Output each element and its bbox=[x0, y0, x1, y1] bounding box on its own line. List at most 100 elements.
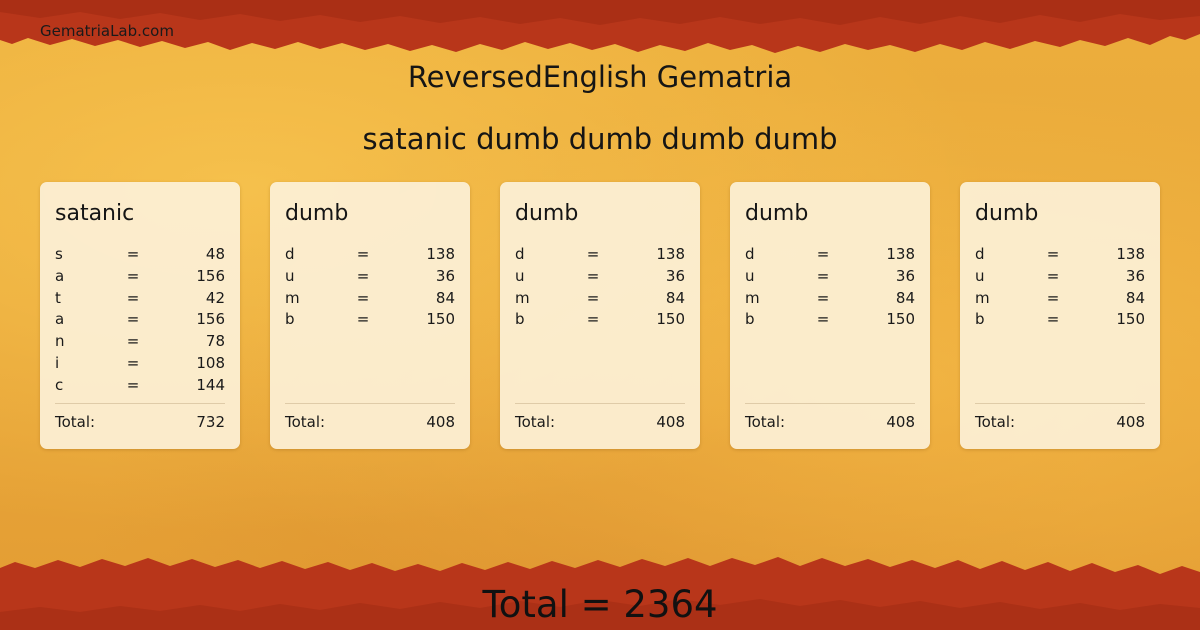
letter-value: 150 bbox=[656, 310, 685, 329]
letter-value: 150 bbox=[886, 310, 915, 329]
letter: i bbox=[55, 353, 60, 372]
letter-value: 78 bbox=[205, 332, 225, 351]
letter-row: a = 156 bbox=[55, 266, 225, 288]
letter-row: m = 84 bbox=[515, 288, 685, 310]
card-total-label: Total: bbox=[515, 413, 556, 431]
letter-value: 36 bbox=[665, 266, 685, 285]
phrase-text: satanic dumb dumb dumb dumb bbox=[362, 122, 838, 156]
letter-row: d = 138 bbox=[745, 244, 915, 266]
letter-value: 42 bbox=[205, 288, 225, 307]
card-total-label: Total: bbox=[285, 413, 326, 431]
letter-value: 144 bbox=[196, 375, 225, 394]
equals-sign: = bbox=[586, 245, 600, 263]
letter-row: b = 150 bbox=[285, 309, 455, 331]
letter-value: 48 bbox=[205, 245, 225, 263]
letter: d bbox=[515, 245, 525, 263]
letter-rows: s = 48 a = 156 t = 42 a = 156 n = 78 i = 108 c = 144 bbox=[55, 244, 225, 397]
letter-value: 84 bbox=[665, 288, 685, 307]
letter-row: u = 36 bbox=[285, 266, 455, 288]
letter-row: d = 138 bbox=[285, 244, 455, 266]
letter-value: 150 bbox=[1116, 310, 1145, 329]
word-card: satanic s = 48 a = 156 t = 42 a = 156 n = 78 i = 108 c = 144 T… bbox=[40, 182, 240, 449]
word-card: dumb d = 138 u = 36 m = 84 b = 150 Total: 408 bbox=[730, 182, 930, 449]
letter-value: 36 bbox=[435, 266, 455, 285]
word-card: dumb d = 138 u = 36 m = 84 b = 150 Total: 408 bbox=[960, 182, 1160, 449]
letter-value: 138 bbox=[1116, 245, 1145, 263]
card-word: dumb bbox=[975, 201, 1039, 226]
equals-sign: = bbox=[356, 245, 370, 263]
card-total-value: 408 bbox=[1116, 413, 1145, 431]
card-divider bbox=[975, 403, 1145, 404]
equals-sign: = bbox=[356, 310, 370, 329]
letter-value: 36 bbox=[895, 266, 915, 285]
equals-sign: = bbox=[816, 310, 830, 329]
letter-value: 36 bbox=[1125, 266, 1145, 285]
equals-sign: = bbox=[126, 288, 140, 307]
letter-row: u = 36 bbox=[515, 266, 685, 288]
letter-row: m = 84 bbox=[285, 288, 455, 310]
equals-sign: = bbox=[126, 332, 140, 351]
equals-sign: = bbox=[1046, 245, 1060, 263]
letter: b bbox=[515, 310, 525, 329]
card-word: dumb bbox=[285, 201, 349, 226]
letter-row: d = 138 bbox=[975, 244, 1145, 266]
card-word: dumb bbox=[515, 201, 579, 226]
letter-row: u = 36 bbox=[975, 266, 1145, 288]
letter-row: b = 150 bbox=[975, 309, 1145, 331]
equals-sign: = bbox=[816, 288, 830, 307]
letter-row: u = 36 bbox=[745, 266, 915, 288]
letter-row: t = 42 bbox=[55, 288, 225, 310]
equals-sign: = bbox=[126, 375, 140, 394]
letter: s bbox=[55, 245, 63, 263]
letter: d bbox=[975, 245, 985, 263]
site-brand[interactable]: GematriaLab.com bbox=[40, 22, 174, 40]
letter-value: 108 bbox=[196, 353, 225, 372]
equals-sign: = bbox=[126, 266, 140, 285]
equals-sign: = bbox=[126, 353, 140, 372]
letter: m bbox=[285, 288, 300, 307]
letter-row: i = 108 bbox=[55, 353, 225, 375]
card-divider bbox=[285, 403, 455, 404]
letter-value: 156 bbox=[196, 266, 225, 285]
letter: a bbox=[55, 266, 65, 285]
letter-row: b = 150 bbox=[515, 309, 685, 331]
grand-total: Total = 2364 bbox=[482, 583, 718, 626]
letter-value: 138 bbox=[656, 245, 685, 263]
card-total-value: 408 bbox=[656, 413, 685, 431]
letter-row: m = 84 bbox=[745, 288, 915, 310]
equals-sign: = bbox=[356, 288, 370, 307]
letter-value: 84 bbox=[895, 288, 915, 307]
card-total-value: 732 bbox=[196, 413, 225, 431]
card-word: dumb bbox=[745, 201, 809, 226]
card-total-label: Total: bbox=[55, 413, 96, 431]
letter-row: a = 156 bbox=[55, 309, 225, 331]
letter: m bbox=[515, 288, 530, 307]
letter: m bbox=[745, 288, 760, 307]
card-total-label: Total: bbox=[975, 413, 1016, 431]
card-divider bbox=[55, 403, 225, 404]
letter-value: 84 bbox=[1125, 288, 1145, 307]
letter: u bbox=[285, 266, 295, 285]
card-total-label: Total: bbox=[745, 413, 786, 431]
letter: u bbox=[515, 266, 525, 285]
letter: d bbox=[745, 245, 755, 263]
equals-sign: = bbox=[586, 266, 600, 285]
letter: a bbox=[55, 310, 65, 329]
equals-sign: = bbox=[356, 266, 370, 285]
equals-sign: = bbox=[586, 288, 600, 307]
letter: u bbox=[975, 266, 985, 285]
equals-sign: = bbox=[586, 310, 600, 329]
letter-row: c = 144 bbox=[55, 375, 225, 397]
letter: d bbox=[285, 245, 295, 263]
letter-row: d = 138 bbox=[515, 244, 685, 266]
letter-rows: d = 138 u = 36 m = 84 b = 150 bbox=[975, 244, 1145, 331]
letter: t bbox=[55, 288, 61, 307]
letter-value: 138 bbox=[426, 245, 455, 263]
letter-value: 156 bbox=[196, 310, 225, 329]
equals-sign: = bbox=[1046, 266, 1060, 285]
letter: u bbox=[745, 266, 755, 285]
letter-rows: d = 138 u = 36 m = 84 b = 150 bbox=[515, 244, 685, 331]
letter-row: s = 48 bbox=[55, 244, 225, 266]
letter: c bbox=[55, 375, 64, 394]
equals-sign: = bbox=[1046, 288, 1060, 307]
